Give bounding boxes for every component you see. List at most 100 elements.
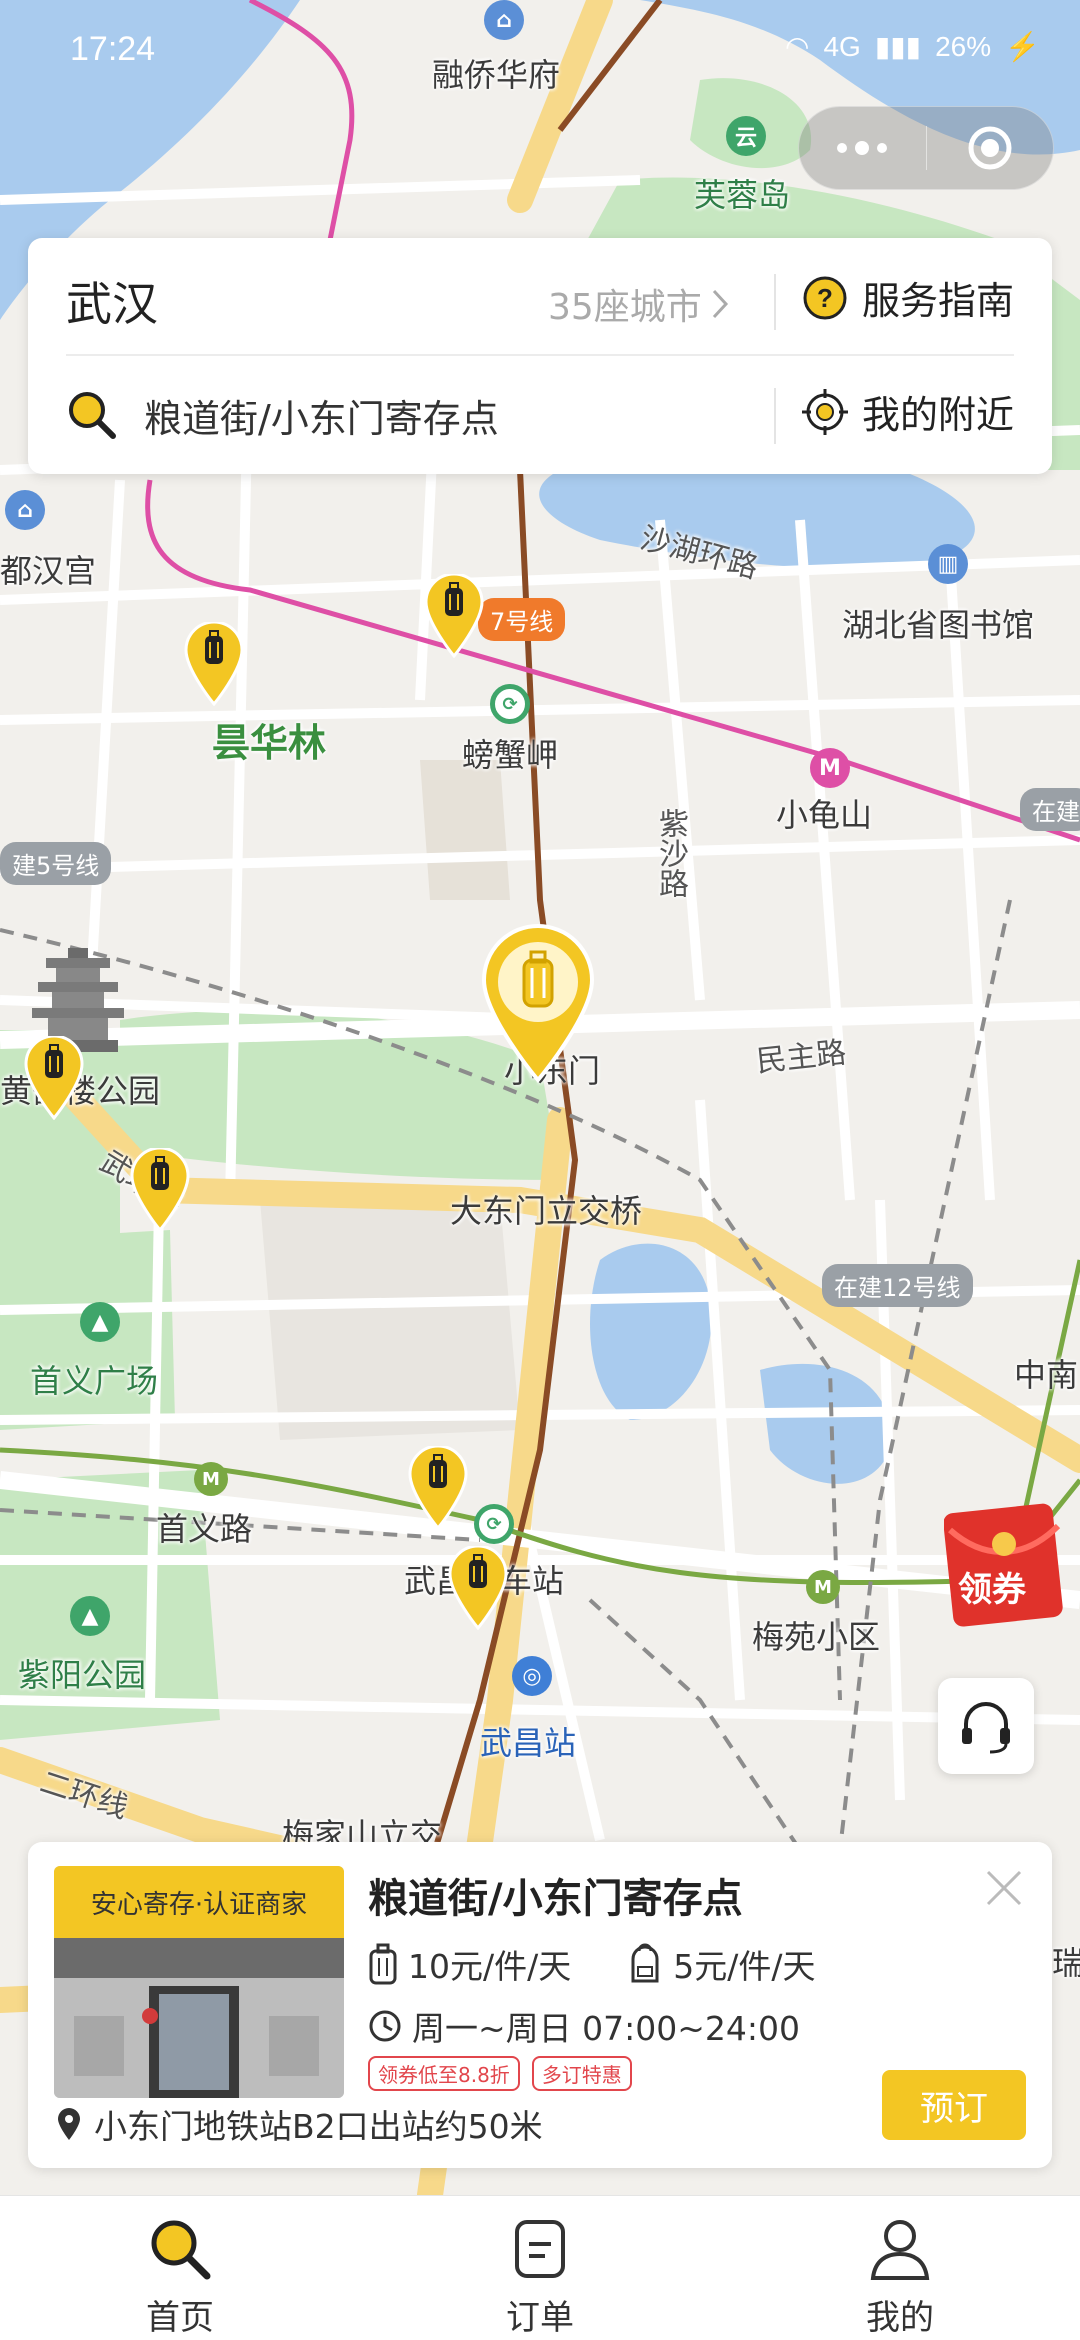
- service-guide-label: 服务指南: [862, 279, 1015, 323]
- map-label-rui: 瑞: [1052, 1944, 1080, 1982]
- book-button[interactable]: 预订: [882, 2070, 1026, 2140]
- metro-line-5-badge: 建5号线: [0, 842, 112, 885]
- map-label-hubei-library: 湖北省图书馆: [842, 606, 1035, 644]
- map-label-meiyuan: 梅苑小区: [752, 1618, 881, 1656]
- park-icon: ▲: [70, 1596, 110, 1636]
- coupon-button[interactable]: 领券: [944, 1500, 1064, 1630]
- city-selector[interactable]: 武汉: [66, 268, 158, 334]
- backpack-icon: [631, 1943, 659, 1983]
- tab-profile[interactable]: 我的: [720, 2196, 1080, 2340]
- storage-location-pin[interactable]: [130, 1146, 190, 1233]
- question-icon: ?: [803, 276, 847, 319]
- map-label-xianhualin: 昙华林: [212, 721, 327, 765]
- status-time: 17:24: [70, 30, 156, 68]
- user-icon: [870, 2220, 930, 2280]
- promo-tag: 领券低至8.8折: [368, 2056, 520, 2091]
- map-label-duhangong: 都汉宫: [0, 552, 97, 590]
- metro-station-icon: M: [194, 1462, 228, 1496]
- close-miniprogram-button[interactable]: [927, 107, 1054, 189]
- storage-location-pin[interactable]: [408, 1444, 468, 1531]
- price-large-item: 10元/件/天: [408, 1947, 572, 1986]
- tab-home[interactable]: 首页: [0, 2196, 360, 2340]
- clock-icon: [369, 2010, 401, 2042]
- search-input[interactable]: 粮道街/小东门寄存点: [66, 380, 756, 450]
- store-address: 小东门地铁站B2口出站约50米: [56, 2100, 543, 2148]
- luggage-icon: [369, 1943, 397, 1985]
- metro-interchange-icon: ⟳: [490, 684, 530, 724]
- tab-orders[interactable]: 订单: [360, 2196, 720, 2340]
- map-label-shouyi-road: 首义路: [156, 1510, 253, 1548]
- map-label-pangxiejia: 螃蟹岬: [462, 736, 559, 774]
- opening-hours: 周一~周日 07:00~24:00: [368, 2002, 800, 2050]
- tab-orders-label: 订单: [506, 2298, 574, 2338]
- search-input-value: 粮道街/小东门寄存点: [144, 396, 499, 441]
- divider: [66, 354, 1014, 356]
- map-label-wuchang-station: 武昌站: [480, 1724, 577, 1762]
- order-icon: [515, 2220, 565, 2278]
- location-pin-icon: [58, 2108, 80, 2140]
- opening-hours-text: 周一~周日 07:00~24:00: [412, 2009, 800, 2048]
- park-icon: 云: [726, 116, 766, 156]
- map-label-furong: 芙蓉岛: [694, 176, 791, 214]
- search-icon: [69, 392, 116, 439]
- status-bar: 17:24 ◠ 4G ▮▮▮ 26% ⚡: [0, 0, 1080, 110]
- search-card: 武汉 35座城市 ? 服务指南 粮道街/小东门寄存点 我的附近: [28, 238, 1052, 474]
- map-label-zhongnan: 中南: [1014, 1356, 1079, 1394]
- more-dots-icon: [837, 141, 888, 155]
- park-icon: ▲: [80, 1302, 120, 1342]
- close-icon[interactable]: [982, 1866, 1026, 1910]
- place-icon: ⌂: [5, 490, 45, 530]
- store-name: 粮道街/小东门寄存点: [368, 1876, 743, 1922]
- tab-home-label: 首页: [146, 2298, 214, 2338]
- metro-line-7-badge: 7号线: [478, 598, 566, 641]
- promo-tag: 多订特惠: [531, 2056, 632, 2091]
- library-icon: ▥: [928, 544, 968, 584]
- more-button[interactable]: [799, 107, 926, 189]
- promo-tags: 领券低至8.8折 多订特惠: [368, 2056, 632, 2091]
- chevron-right-icon: [712, 289, 728, 319]
- storage-location-pin[interactable]: [448, 1544, 508, 1631]
- storage-location-pin[interactable]: [184, 620, 244, 707]
- metro-station-icon: M: [810, 748, 850, 788]
- miniprogram-capsule: [798, 106, 1054, 190]
- metro-interchange-icon: ⟳: [474, 1504, 514, 1544]
- city-count-label: 35座城市: [548, 287, 702, 328]
- metro-station-icon: M: [806, 1570, 840, 1604]
- store-photo: 安心寄存·认证商家: [54, 1866, 344, 2098]
- map-label-shouyi-square: 首义广场: [30, 1362, 159, 1400]
- railway-station-icon: ◎: [512, 1656, 552, 1696]
- headset-icon: [962, 1702, 1010, 1754]
- storage-location-pin[interactable]: [424, 572, 484, 659]
- charging-icon: ⚡: [1005, 31, 1040, 62]
- metro-line-12-badge: 在建12号线: [822, 1264, 973, 1307]
- bottom-tab-bar: 首页 订单 我的: [0, 2195, 1080, 2340]
- nearby-button[interactable]: 我的附近: [802, 384, 1014, 439]
- svg-text:?: ?: [817, 283, 833, 313]
- target-circle-icon: [968, 126, 1012, 170]
- signal-icon: ▮▮▮: [874, 31, 922, 62]
- nearby-label: 我的附近: [862, 393, 1015, 437]
- network-type: 4G: [823, 30, 861, 62]
- price-row: 10元/件/天 5元/件/天: [368, 1940, 871, 1988]
- battery-level: 26%: [935, 30, 992, 62]
- service-guide-button[interactable]: ? 服务指南: [802, 270, 1014, 325]
- selected-storage-pin[interactable]: [478, 924, 598, 1084]
- wifi-icon: ◠: [785, 31, 810, 62]
- store-info-card[interactable]: 安心寄存·认证商家 粮道街/小东门寄存点 10元/件/天 5元/件/天 周一~周…: [28, 1842, 1052, 2168]
- city-count-link[interactable]: 35座城市: [548, 278, 730, 330]
- metro-under-construction-badge: 在建: [1020, 788, 1080, 831]
- map-label-dadongmen: 大东门立交桥: [450, 1192, 643, 1230]
- store-address-text: 小东门地铁站B2口出站约50米: [94, 2107, 543, 2146]
- storage-location-pin[interactable]: [24, 1034, 84, 1121]
- map-label-zishalu: 紫沙路: [653, 808, 688, 898]
- certified-merchant-tag: 安心寄存·认证商家: [54, 1866, 344, 1938]
- tab-profile-label: 我的: [866, 2298, 934, 2338]
- customer-service-button[interactable]: [938, 1678, 1034, 1774]
- locate-icon: [802, 388, 848, 435]
- coupon-label: 领券: [958, 1570, 1026, 1610]
- map-label-ziyang-park: 紫阳公园: [18, 1656, 147, 1694]
- search-icon: [151, 2220, 211, 2280]
- map-label-minzhu-road: 民主路: [754, 1035, 848, 1080]
- map-label-xiaoguishan: 小龟山: [776, 796, 873, 834]
- price-small-item: 5元/件/天: [673, 1947, 816, 1986]
